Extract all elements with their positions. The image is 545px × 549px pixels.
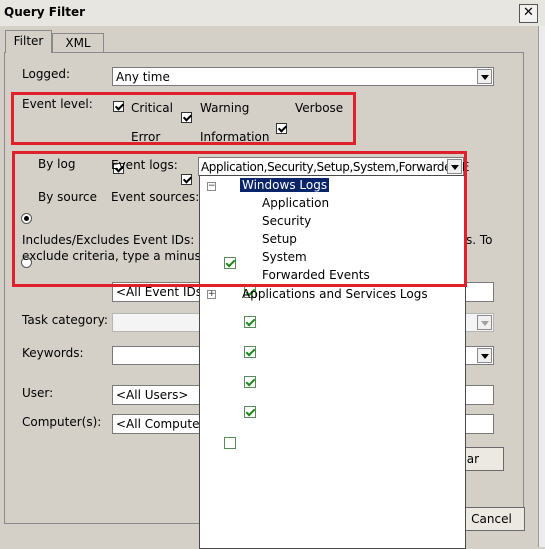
tab-filter[interactable]: Filter bbox=[5, 30, 52, 53]
task-category-label: Task category: bbox=[22, 313, 108, 327]
forwarded-events-checkbox[interactable] bbox=[244, 406, 256, 418]
computers-value: <All Computers bbox=[116, 417, 211, 431]
tab-xml[interactable]: XML bbox=[52, 33, 104, 53]
user-value: <All Users> bbox=[116, 388, 189, 402]
log-selection-highlight bbox=[12, 151, 467, 287]
computers-label: Computer(s): bbox=[22, 415, 102, 429]
user-label: User: bbox=[22, 386, 54, 400]
critical-checkbox[interactable] bbox=[113, 101, 124, 112]
keywords-label: Keywords: bbox=[22, 346, 84, 360]
chevron-down-icon[interactable] bbox=[477, 348, 492, 363]
logged-select[interactable]: Any time bbox=[112, 67, 494, 86]
critical-label: Critical bbox=[131, 101, 173, 115]
cancel-button[interactable]: Cancel bbox=[458, 507, 525, 531]
chevron-down-icon[interactable] bbox=[477, 315, 492, 330]
logged-label: Logged: bbox=[22, 67, 71, 81]
verbose-checkbox[interactable] bbox=[276, 123, 287, 134]
close-icon[interactable]: ✕ bbox=[519, 4, 538, 23]
event-ids-description-tail: s. To bbox=[466, 233, 493, 247]
warning-checkbox[interactable] bbox=[181, 112, 192, 123]
information-label: Information bbox=[200, 130, 270, 144]
chevron-down-icon[interactable] bbox=[477, 69, 492, 84]
system-checkbox[interactable] bbox=[244, 376, 256, 388]
logged-value: Any time bbox=[116, 70, 170, 84]
window-title: Query Filter bbox=[4, 5, 86, 19]
expand-icon[interactable]: + bbox=[207, 290, 216, 299]
window-edge bbox=[538, 26, 545, 547]
warning-label: Warning bbox=[200, 101, 250, 115]
event-level-label: Event level: bbox=[22, 97, 93, 111]
app-services-checkbox[interactable] bbox=[224, 437, 236, 449]
setup-checkbox[interactable] bbox=[244, 346, 256, 358]
tree-item-app-services[interactable]: Applications and Services Logs bbox=[242, 287, 428, 301]
event-ids-value: <All Event IDs> bbox=[116, 285, 213, 299]
security-checkbox[interactable] bbox=[244, 316, 256, 328]
error-label: Error bbox=[131, 130, 161, 144]
verbose-label: Verbose bbox=[295, 101, 344, 115]
